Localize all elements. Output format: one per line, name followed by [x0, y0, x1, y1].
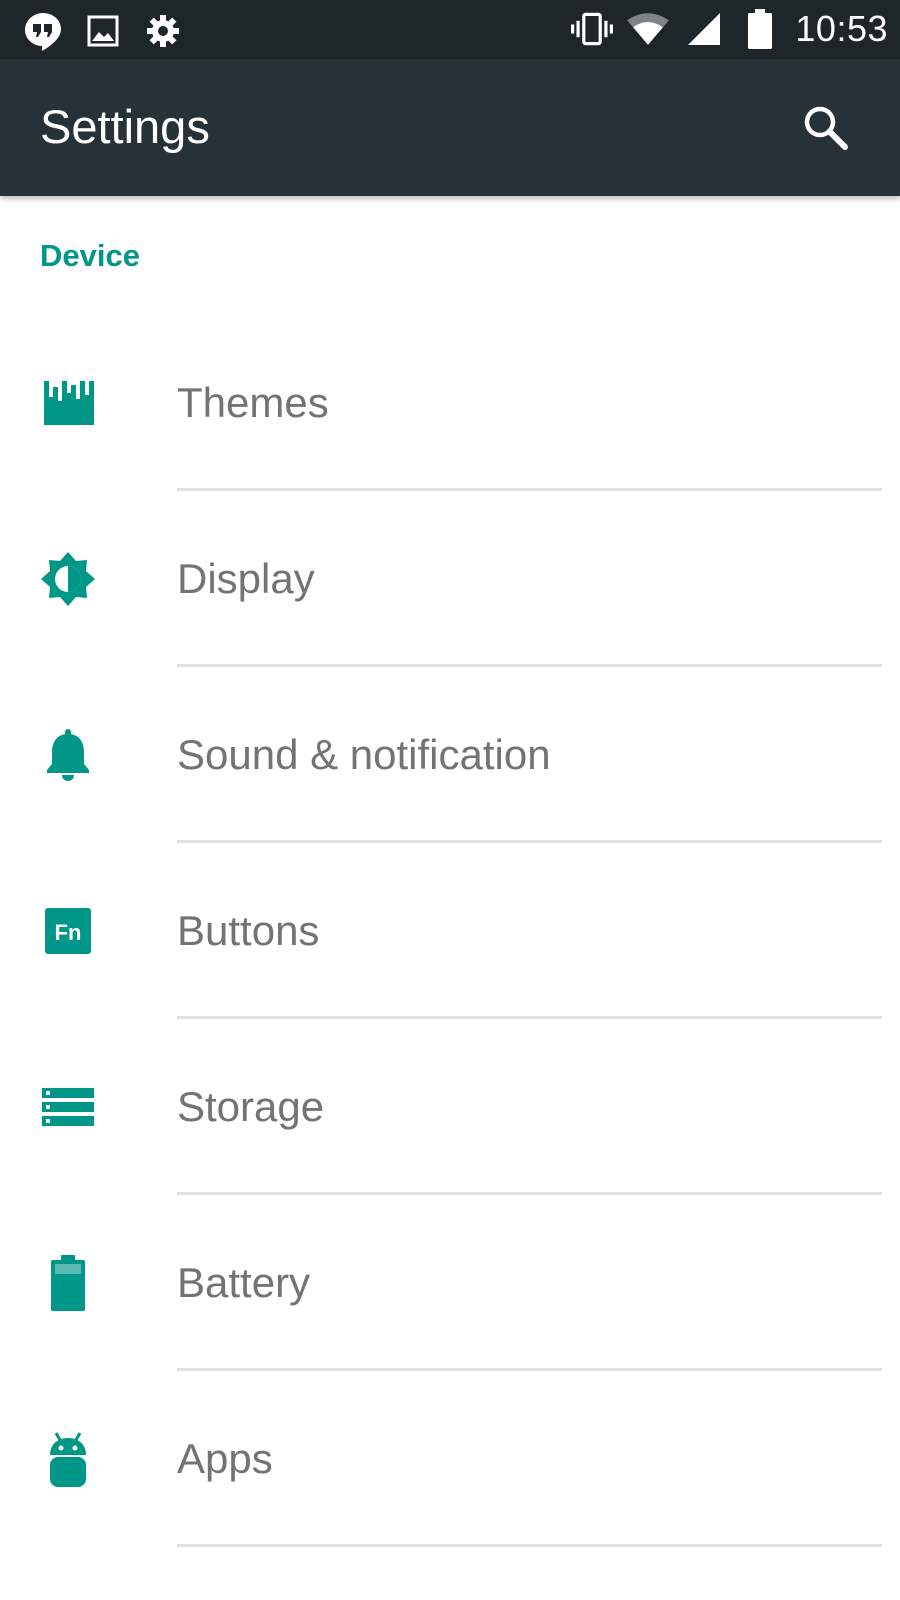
- page-title: Settings: [40, 100, 210, 153]
- settings-item-display[interactable]: Display: [0, 491, 900, 667]
- settings-item-label: Display: [177, 555, 315, 602]
- cell-signal-icon: [683, 8, 725, 50]
- settings-item-battery[interactable]: Battery: [0, 1195, 900, 1371]
- image-icon: [82, 10, 124, 52]
- settings-item-label: Themes: [177, 379, 329, 426]
- system-status: 10:53: [571, 8, 888, 50]
- settings-item-storage[interactable]: Storage: [0, 1019, 900, 1195]
- settings-item-label: Battery: [177, 1259, 311, 1306]
- settings-item-apps[interactable]: Apps: [0, 1371, 900, 1547]
- gear-icon: [142, 10, 184, 52]
- settings-item-label: Sound & notification: [177, 731, 551, 778]
- fn-key-icon: Fn: [38, 901, 98, 961]
- settings-item-label: Buttons: [177, 907, 320, 954]
- battery-icon: [38, 1253, 98, 1313]
- clock: 10:53: [795, 8, 888, 49]
- fn-key-text: Fn: [55, 920, 82, 945]
- themes-icon: [38, 373, 98, 433]
- android-icon: [38, 1429, 98, 1489]
- settings-item-themes[interactable]: Themes: [0, 315, 900, 491]
- settings-list: Themes Display Sound & notification Fn B…: [0, 315, 900, 1547]
- wifi-icon: [627, 8, 670, 50]
- settings-item-label: Storage: [177, 1083, 325, 1130]
- storage-icon: [38, 1077, 98, 1137]
- battery-full-icon: [739, 8, 781, 50]
- notification-icons: [22, 10, 184, 52]
- divider: [177, 1544, 882, 1547]
- settings-item-label: Apps: [177, 1435, 273, 1482]
- search-icon: [801, 103, 849, 156]
- brightness-icon: [38, 549, 98, 609]
- settings-item-sound-notification[interactable]: Sound & notification: [0, 667, 900, 843]
- app-bar: Settings: [0, 59, 900, 196]
- settings-item-buttons[interactable]: Fn Buttons: [0, 843, 900, 1019]
- search-button[interactable]: [795, 99, 855, 159]
- hangouts-icon: [22, 10, 64, 52]
- status-bar: 10:53: [0, 0, 900, 59]
- bell-icon: [38, 725, 98, 785]
- section-header-device: Device: [40, 238, 140, 273]
- vibrate-icon: [571, 8, 614, 50]
